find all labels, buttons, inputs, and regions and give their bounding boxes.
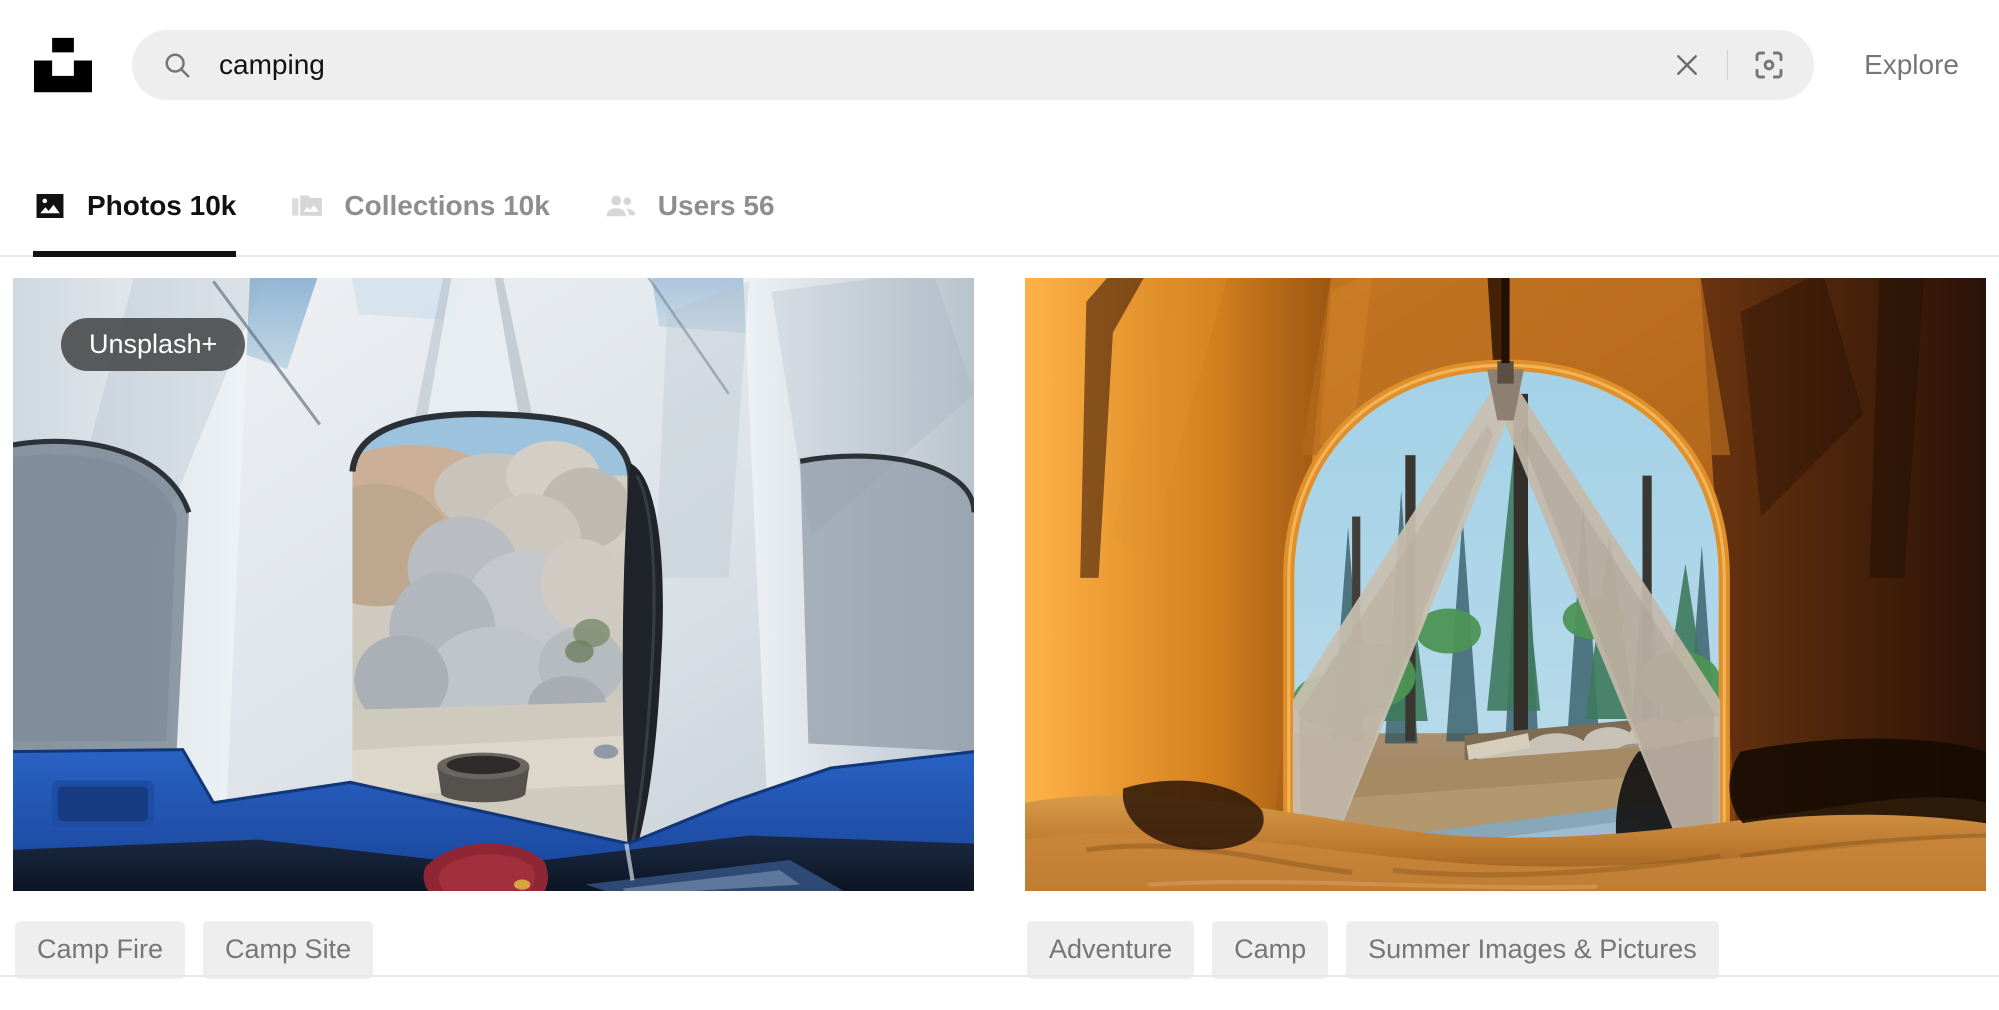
photo-card-1[interactable]: Unsplash+: [13, 278, 974, 891]
tag-chip[interactable]: Camp Site: [203, 921, 374, 979]
photo-results-grid: Unsplash+ Camp Fire Camp Site Adventure …: [0, 257, 1999, 979]
search-bar[interactable]: [132, 30, 1815, 100]
unsplash-plus-badge: Unsplash+: [61, 318, 246, 371]
tab-photos[interactable]: Photos 10k: [33, 130, 262, 257]
visual-search-button[interactable]: [1746, 42, 1792, 88]
search-result-tabs: Photos 10k Collections 10k Users 56: [0, 130, 1999, 257]
tag-chip[interactable]: Summer Images & Pictures: [1346, 921, 1719, 979]
close-icon: [1677, 55, 1697, 75]
photo-icon: [33, 189, 67, 223]
unsplash-logo-icon[interactable]: [34, 36, 92, 94]
users-icon: [604, 189, 638, 223]
clear-search-button[interactable]: [1665, 43, 1709, 87]
search-controls-divider: [1727, 50, 1729, 80]
tag-chip[interactable]: Camp Fire: [15, 921, 186, 979]
tag-chip[interactable]: Adventure: [1027, 921, 1195, 979]
tag-row-2: Adventure Camp Summer Images & Pictures: [1025, 891, 1986, 979]
tab-collections[interactable]: Collections 10k: [290, 130, 575, 255]
collections-icon: [290, 189, 324, 223]
photo-card-2[interactable]: [1025, 278, 1986, 891]
footer-divider: [0, 974, 1999, 977]
tab-users[interactable]: Users 56: [604, 130, 801, 255]
top-header: Explore: [0, 0, 1999, 130]
tag-row-1: Camp Fire Camp Site: [13, 891, 974, 979]
tab-collections-label: Collections 10k: [344, 189, 550, 221]
search-icon: [165, 53, 190, 78]
search-input[interactable]: [192, 49, 1666, 81]
tab-photos-label: Photos 10k: [87, 189, 237, 221]
tab-users-label: Users 56: [657, 189, 775, 221]
result-column-2: Adventure Camp Summer Images & Pictures: [1025, 278, 1986, 979]
visual-search-icon: [1755, 51, 1783, 79]
tag-chip[interactable]: Camp: [1212, 921, 1329, 979]
explore-link[interactable]: Explore: [1848, 39, 1975, 91]
result-column-1: Unsplash+ Camp Fire Camp Site: [13, 278, 974, 979]
